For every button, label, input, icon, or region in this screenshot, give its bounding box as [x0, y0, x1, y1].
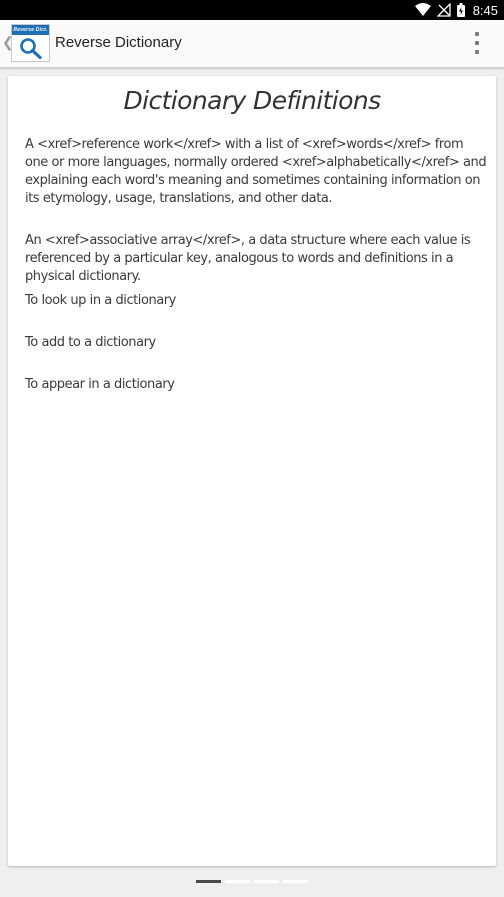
no-signal-icon: [436, 3, 451, 17]
status-icons: 8:45: [414, 0, 498, 20]
wifi-icon: [414, 3, 431, 16]
definition-item: To look up in a dictionary: [25, 293, 176, 308]
app-title: Reverse Dictionary: [55, 34, 182, 51]
page-indicator: [196, 880, 308, 883]
definition-item: To appear in a dictionary: [25, 377, 175, 392]
definition-item: An <xref>associative array</xref>, a dat…: [25, 233, 471, 284]
overflow-menu-icon[interactable]: [470, 32, 484, 54]
page-dot[interactable]: [283, 880, 308, 883]
page-dot-active[interactable]: [196, 880, 221, 883]
battery-icon: [456, 3, 465, 17]
page-dot[interactable]: [254, 880, 279, 883]
app-logo-label: Reverse Dict.: [12, 25, 49, 35]
app-bar: ❮ Reverse Dict. Reverse Dictionary: [0, 20, 504, 68]
definition-item: A <xref>reference work</xref> with a lis…: [25, 137, 487, 206]
status-bar: 8:45: [0, 0, 504, 20]
magnifier-icon: [20, 38, 42, 59]
page-dot[interactable]: [225, 880, 250, 883]
app-logo[interactable]: Reverse Dict.: [11, 24, 50, 62]
status-time: 8:45: [472, 2, 498, 18]
definition-item: To add to a dictionary: [25, 335, 156, 350]
definitions-card: Dictionary Definitions A <xref>reference…: [8, 76, 496, 866]
card-title: Dictionary Definitions: [123, 86, 381, 115]
